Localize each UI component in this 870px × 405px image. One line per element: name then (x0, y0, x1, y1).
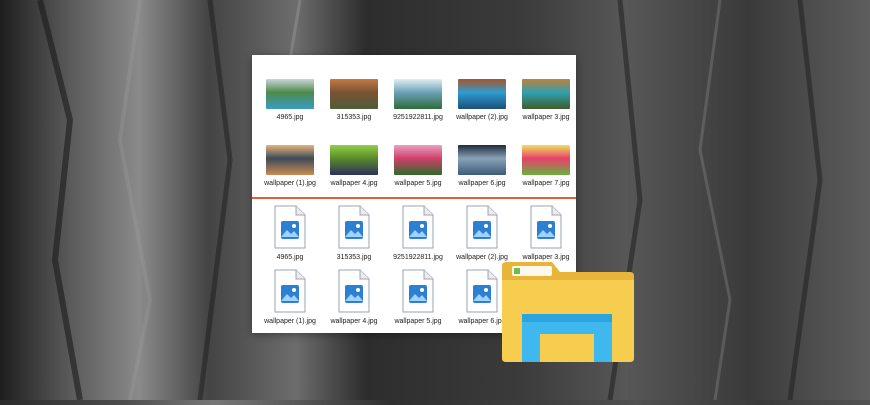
file-item[interactable]: wallpaper (1).jpg (258, 269, 322, 325)
image-thumbnail (330, 79, 378, 109)
file-item[interactable]: 315353.jpg (322, 205, 386, 261)
file-name: 4965.jpg (276, 254, 304, 261)
file-name: 9251922811.jpg (393, 254, 443, 261)
image-file-icon (465, 269, 499, 313)
file-name: 315353.jpg (336, 254, 372, 261)
image-thumbnail (394, 145, 442, 175)
image-file-icon (465, 205, 499, 249)
divider (252, 197, 576, 199)
file-item[interactable]: wallpaper 3.jpg (514, 205, 578, 261)
image-thumbnail (458, 79, 506, 109)
file-name: 9251922811.jpg (393, 114, 443, 121)
image-file-icon (273, 205, 307, 249)
thumbnail-item[interactable]: wallpaper (1).jpg (258, 145, 322, 187)
image-thumbnail (522, 145, 570, 175)
image-thumbnail (458, 145, 506, 175)
file-name: wallpaper 5.jpg (394, 318, 442, 325)
image-thumbnail (266, 79, 314, 109)
image-thumbnail (522, 79, 570, 109)
thumbnail-item[interactable]: wallpaper (2).jpg (450, 79, 514, 121)
file-item[interactable]: wallpaper 4.jpg (322, 269, 386, 325)
thumbnail-item[interactable]: 4965.jpg (258, 79, 322, 121)
file-name: wallpaper (1).jpg (264, 318, 316, 325)
file-name: wallpaper (1).jpg (264, 180, 316, 187)
file-explorer-icon (500, 258, 636, 364)
image-thumbnail (266, 145, 314, 175)
thumbnail-item[interactable]: wallpaper 4.jpg (322, 145, 386, 187)
image-file-icon (337, 205, 371, 249)
image-file-icon (273, 269, 307, 313)
file-name: wallpaper 4.jpg (330, 180, 378, 187)
file-item[interactable]: wallpaper (2).jpg (450, 205, 514, 261)
thumbnail-item[interactable]: 315353.jpg (322, 79, 386, 121)
image-thumbnail (394, 79, 442, 109)
image-file-icon (401, 205, 435, 249)
thumbnail-item[interactable]: wallpaper 7.jpg (514, 145, 578, 187)
file-name: wallpaper 5.jpg (394, 180, 442, 187)
image-file-icon (337, 269, 371, 313)
image-file-icon (529, 205, 563, 249)
file-name: wallpaper 3.jpg (522, 114, 570, 121)
file-item[interactable]: wallpaper 5.jpg (386, 269, 450, 325)
file-name: 4965.jpg (276, 114, 304, 121)
thumbnail-item[interactable]: wallpaper 3.jpg (514, 79, 578, 121)
file-name: wallpaper 6.jpg (458, 180, 506, 187)
thumbnail-item[interactable]: 9251922811.jpg (386, 79, 450, 121)
thumbnail-item[interactable]: wallpaper 5.jpg (386, 145, 450, 187)
image-file-icon (401, 269, 435, 313)
file-name: wallpaper 4.jpg (330, 318, 378, 325)
file-name: 315353.jpg (336, 114, 372, 121)
thumbnail-item[interactable]: wallpaper 6.jpg (450, 145, 514, 187)
file-name: wallpaper 7.jpg (522, 180, 570, 187)
file-item[interactable]: 9251922811.jpg (386, 205, 450, 261)
image-thumbnail (330, 145, 378, 175)
file-item[interactable]: 4965.jpg (258, 205, 322, 261)
file-name: wallpaper (2).jpg (456, 114, 508, 121)
